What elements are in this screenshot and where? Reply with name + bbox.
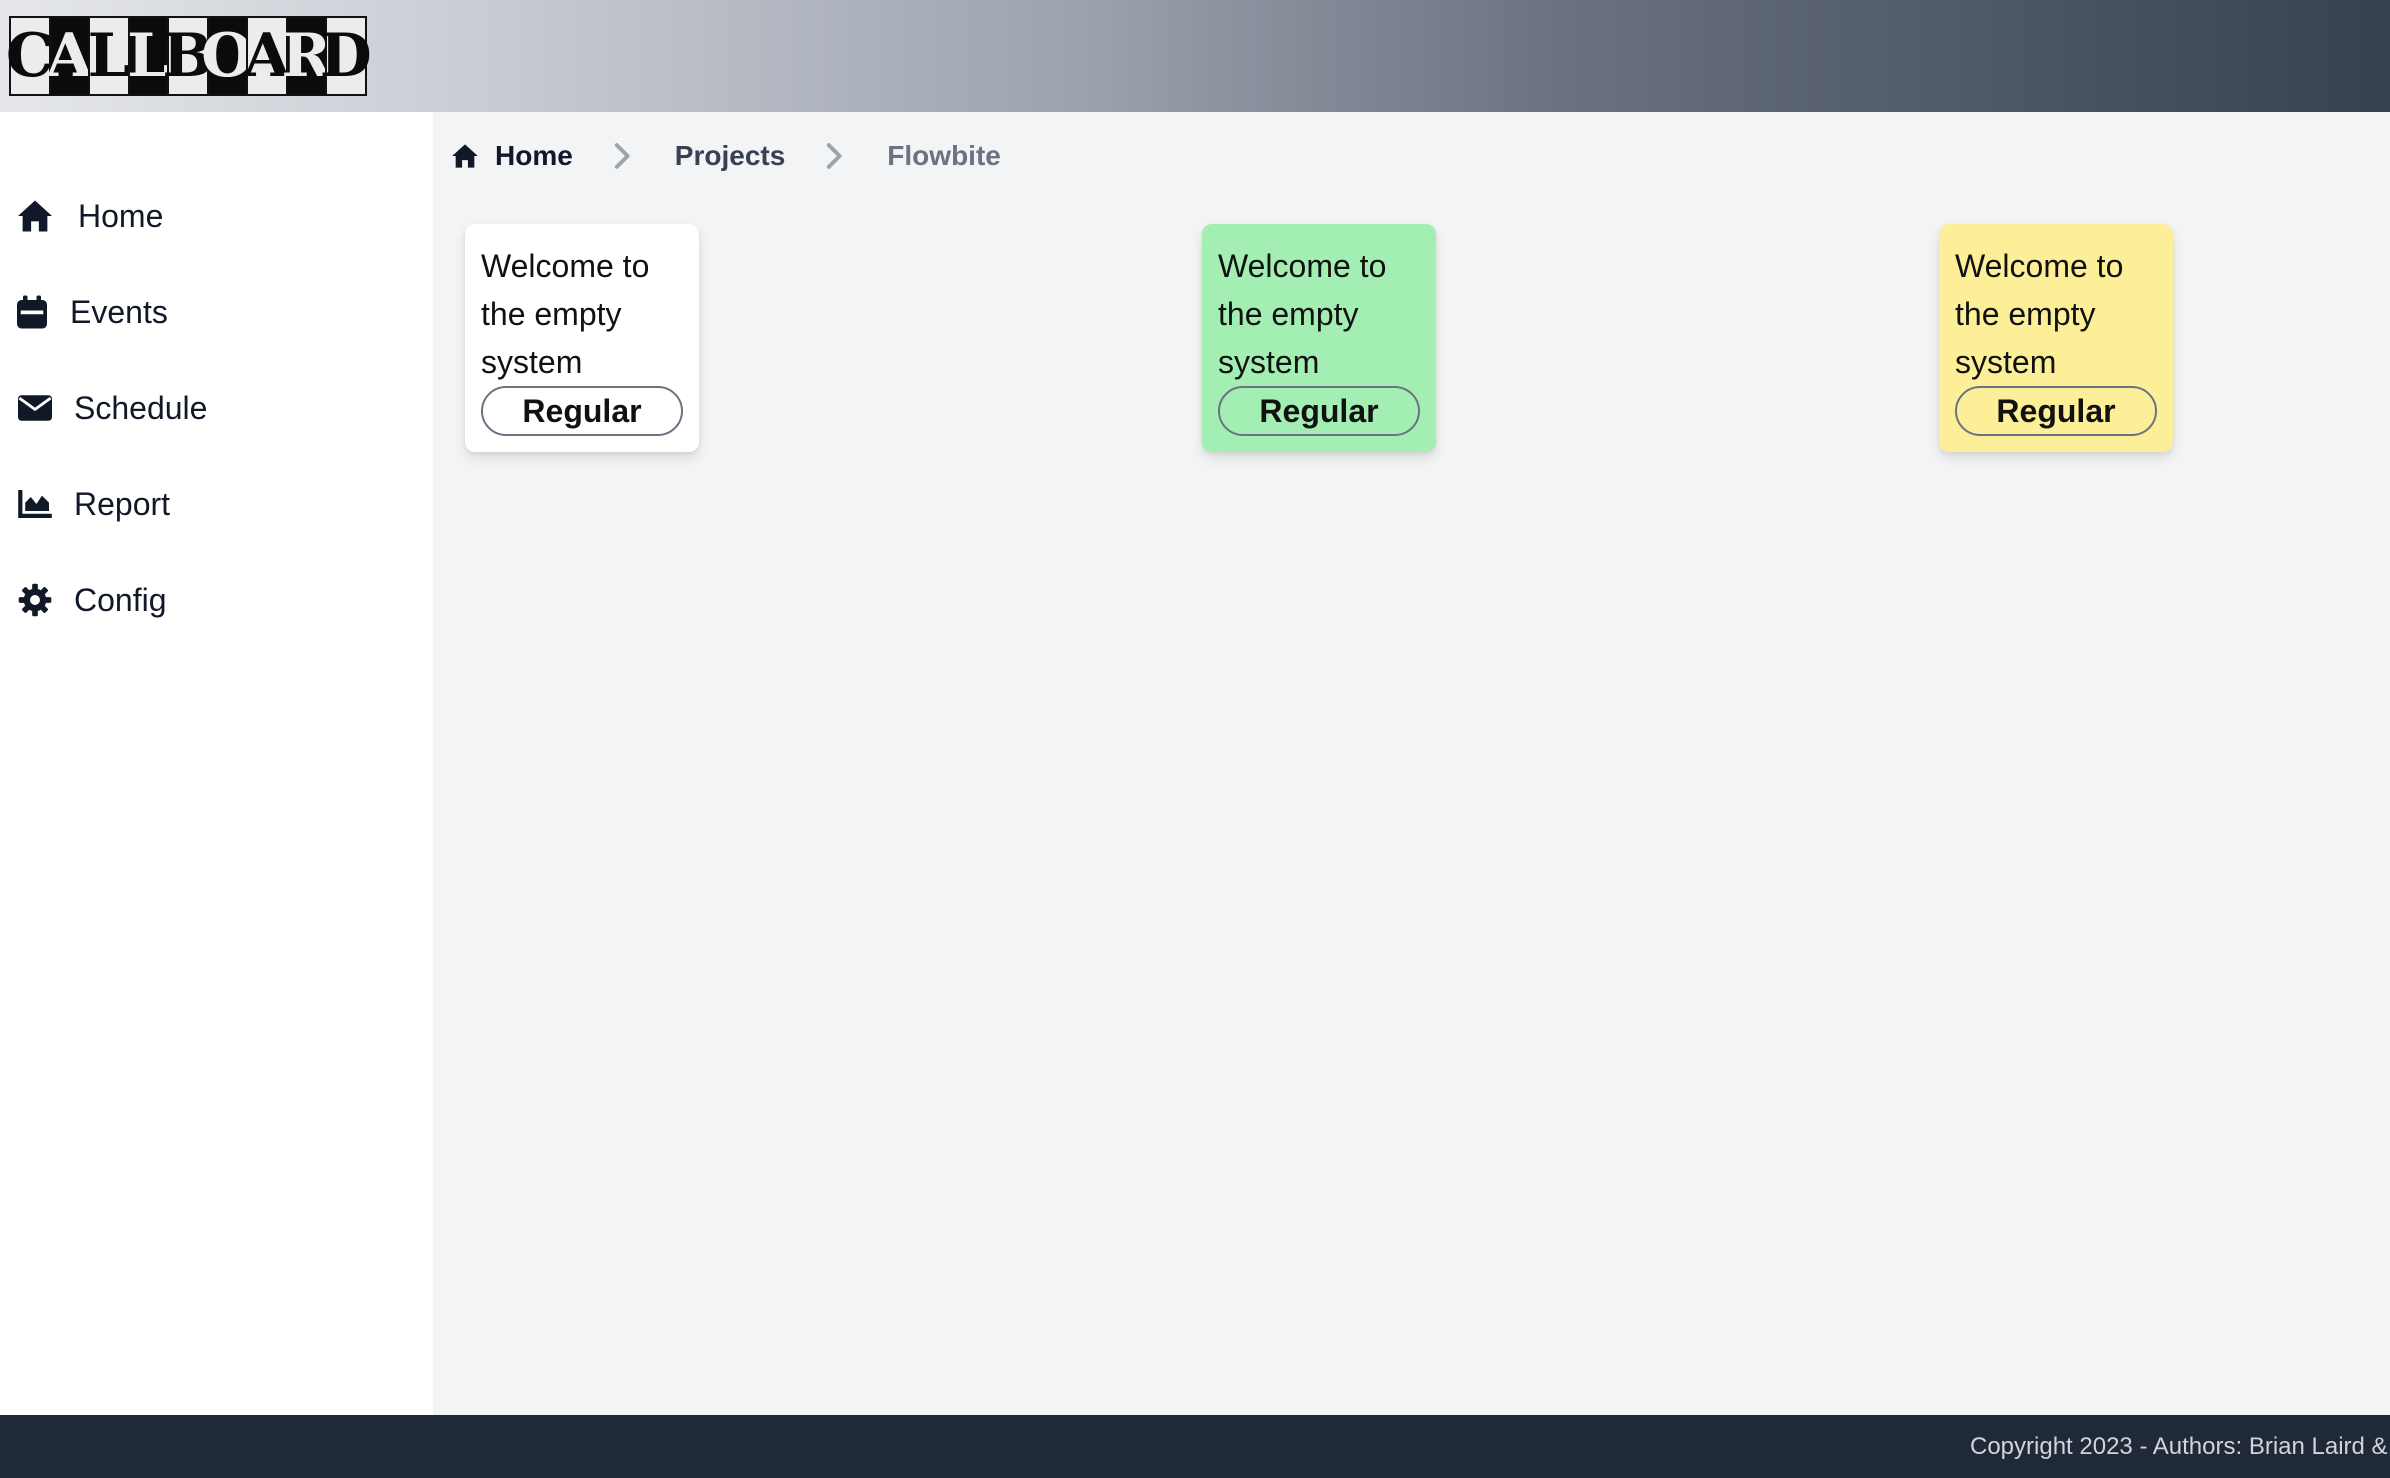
sidebar-item-label: Report [74,485,171,522]
regular-button[interactable]: Regular [1218,386,1420,436]
envelope-icon [16,389,54,427]
sidebar-item-label: Schedule [74,389,208,426]
logo-letter: O [201,16,253,96]
sidebar-item-config[interactable]: Config [0,564,433,636]
callboard-logo[interactable]: C A L L B O A R D [6,16,372,96]
welcome-card: Welcome to the empty system Regular [1202,224,1436,452]
breadcrumb-home[interactable]: Home [451,140,573,172]
gear-icon [16,581,54,619]
chart-area-icon [16,485,54,523]
sidebar-item-label: Config [74,581,167,618]
sidebar-item-home[interactable]: Home [0,180,433,252]
regular-button[interactable]: Regular [1955,386,2157,436]
regular-button[interactable]: Regular [481,386,683,436]
card-text: Welcome to the empty system [1955,248,2124,380]
footer: Copyright 2023 - Authors: Brian Laird & … [0,1415,2390,1478]
main-content: Home Projects Flowbite Welcome to the em… [433,112,2390,1415]
sidebar-item-events[interactable]: Events [0,276,433,348]
welcome-card: Welcome to the empty system Regular [1939,224,2173,452]
card-text: Welcome to the empty system [1218,248,1387,380]
card-text: Welcome to the empty system [481,248,650,380]
logo-letter: A [46,16,93,96]
logo-letter: C [6,16,54,96]
sidebar: Home Events Schedule Report Config [0,112,433,1415]
welcome-card: Welcome to the empty system Regular [465,224,699,452]
footer-copyright: Copyright 2023 - Authors: Brian Laird & … [1970,1433,2390,1460]
sidebar-item-report[interactable]: Report [0,468,433,540]
chevron-right-icon [609,142,637,170]
breadcrumb-label: Home [495,140,573,171]
breadcrumb-current: Flowbite [887,140,1001,171]
sidebar-item-label: Home [78,197,164,234]
sidebar-item-label: Events [70,293,168,330]
breadcrumb-projects[interactable]: Projects [675,140,786,172]
home-icon [16,197,54,235]
calendar-icon [14,293,50,331]
sidebar-item-schedule[interactable]: Schedule [0,372,433,444]
top-header: C A L L B O A R D [0,0,2390,112]
logo-letter: L [88,16,130,96]
chevron-right-icon [821,142,849,170]
breadcrumb: Home Projects Flowbite [451,136,1001,176]
logo-letter: D [320,16,372,96]
home-icon [451,143,479,169]
